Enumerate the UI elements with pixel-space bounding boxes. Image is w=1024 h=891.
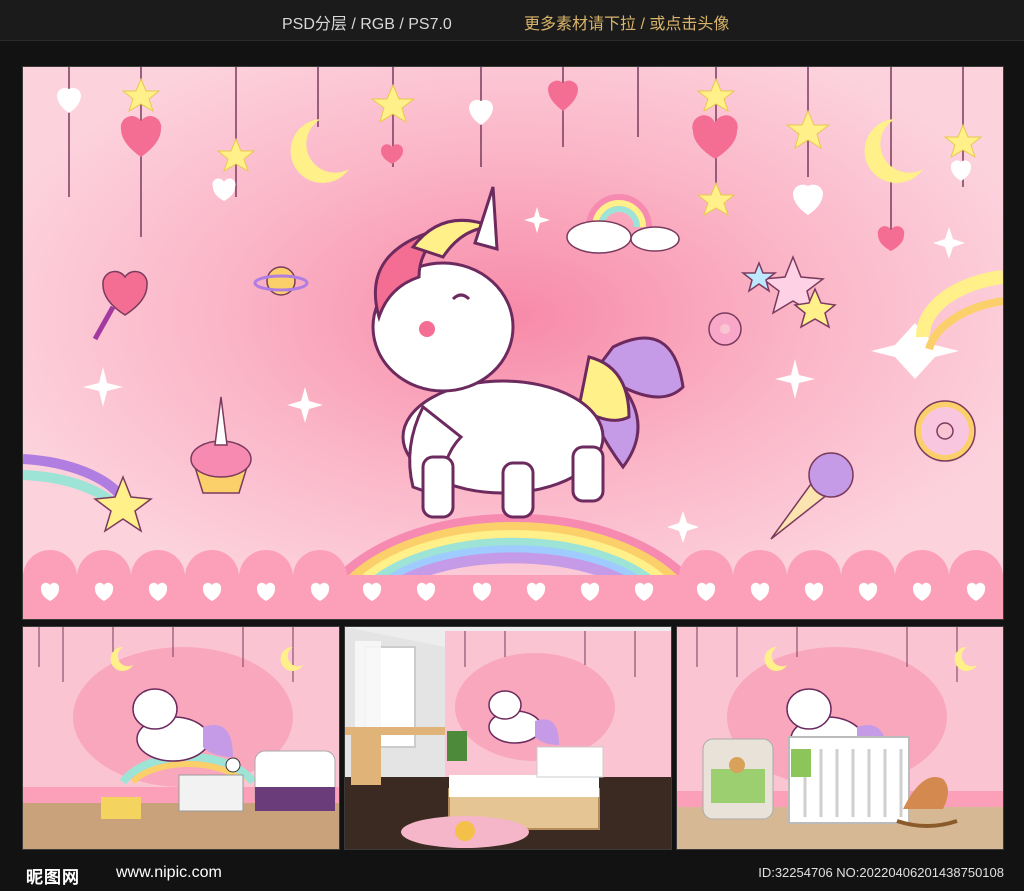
file-format-label: PSD分层 / RGB / PS7.0 — [282, 16, 452, 33]
site-url[interactable]: www.nipic.com — [116, 864, 222, 882]
site-logo[interactable]: 昵图网 — [26, 863, 80, 888]
bottom-info-bar: 昵图网 www.nipic.com ID:32254706 NO:2022040… — [0, 856, 1024, 891]
kids-room-illustration — [23, 627, 339, 849]
image-id-info: ID:32254706 NO:20220406201438750108 — [758, 865, 1004, 880]
top-info-bar: PSD分层 / RGB / PS7.0 更多素材请下拉 / 或点击头像 — [0, 0, 1024, 41]
more-materials-link[interactable]: 更多素材请下拉 / 或点击头像 — [524, 10, 729, 34]
preview-kids-room-toys[interactable] — [22, 626, 340, 850]
preview-nursery-crib[interactable] — [676, 626, 1004, 850]
nursery-illustration — [677, 627, 1003, 849]
preview-bedroom-window[interactable] — [344, 626, 672, 850]
main-wallpaper-preview[interactable] — [22, 66, 1004, 620]
unicorn-wallpaper-illustration — [23, 67, 1003, 619]
bedroom-illustration — [345, 627, 671, 849]
